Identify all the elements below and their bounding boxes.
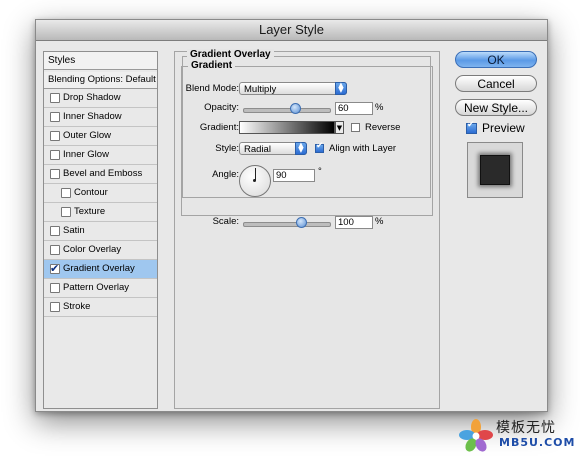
style-item-label: Pattern Overlay: [63, 282, 129, 293]
angle-center: [253, 179, 256, 182]
layer-style-dialog: Layer Style Styles Blending Options: Def…: [35, 19, 548, 412]
style-item[interactable]: Contour: [44, 184, 157, 203]
style-item-label: Gradient Overlay: [63, 263, 135, 274]
style-select[interactable]: Radial ▲ ▼: [239, 142, 307, 155]
opacity-slider-thumb[interactable]: [289, 103, 301, 114]
style-item-label: Color Overlay: [63, 244, 122, 255]
ok-button[interactable]: OK: [455, 51, 537, 68]
style-item-label: Texture: [74, 206, 106, 217]
scale-input[interactable]: 100: [335, 216, 373, 229]
style-item[interactable]: Color Overlay: [44, 241, 157, 260]
preview-checkbox[interactable]: [466, 120, 477, 134]
gradient-swatch[interactable]: [239, 121, 335, 134]
style-item-checkbox[interactable]: [50, 150, 60, 160]
align-with-layer-checkbox[interactable]: [315, 141, 324, 153]
style-item[interactable]: Pattern Overlay: [44, 279, 157, 298]
style-label: Style:: [215, 143, 239, 154]
gradient-label: Gradient:: [199, 122, 239, 133]
reverse-checkbox[interactable]: [351, 123, 360, 132]
preview-label: Preview: [482, 121, 525, 135]
blend-mode-select[interactable]: Multiply ▲ ▼: [239, 82, 347, 95]
popup-arrows-icon: ▲ ▼: [335, 82, 347, 95]
style-preview: [467, 142, 523, 198]
style-item-label: Contour: [74, 187, 108, 198]
flower-logo-icon: [459, 419, 493, 452]
style-item[interactable]: Satin: [44, 222, 157, 241]
style-item-label: Drop Shadow: [63, 92, 121, 103]
style-item-checkbox[interactable]: [50, 245, 60, 255]
opacity-input[interactable]: 60: [335, 102, 373, 115]
style-value: Radial: [244, 144, 271, 155]
align-with-layer-label: Align with Layer: [329, 143, 397, 154]
scale-slider[interactable]: [243, 222, 331, 227]
style-item[interactable]: Inner Shadow: [44, 108, 157, 127]
cancel-button[interactable]: Cancel: [455, 75, 537, 92]
gradient-dropdown-arrow-icon[interactable]: ▼: [335, 121, 344, 134]
opacity-label: Opacity:: [204, 102, 239, 113]
style-item[interactable]: Gradient Overlay: [44, 260, 157, 279]
blend-mode-label: Blend Mode:: [185, 83, 239, 94]
style-item-label: Stroke: [63, 301, 91, 312]
style-item[interactable]: Bevel and Emboss: [44, 165, 157, 184]
styles-list: Styles Blending Options: Default Drop Sh…: [43, 51, 158, 409]
style-item-checkbox[interactable]: [50, 93, 60, 103]
style-item-checkbox[interactable]: [50, 131, 60, 141]
style-item-label: Bevel and Emboss: [63, 168, 143, 179]
opacity-slider[interactable]: [243, 108, 331, 113]
style-item[interactable]: Stroke: [44, 298, 157, 317]
style-item[interactable]: Inner Glow: [44, 146, 157, 165]
scale-label: Scale:: [212, 216, 239, 227]
style-item[interactable]: Texture: [44, 203, 157, 222]
style-item-label: Inner Shadow: [63, 111, 122, 122]
section-title: Gradient Overlay: [187, 49, 274, 60]
style-item-checkbox[interactable]: [50, 302, 60, 312]
style-item-label: Outer Glow: [63, 130, 112, 141]
style-item-label: Satin: [63, 225, 85, 236]
angle-input[interactable]: 90: [273, 169, 315, 182]
style-item[interactable]: Drop Shadow: [44, 89, 157, 108]
watermark-text: 模板无忧: [496, 420, 556, 436]
gradient-overlay-panel: Gradient Overlay Gradient Blend Mode: Mu…: [174, 49, 440, 409]
group-title: Gradient: [188, 60, 236, 71]
blending-options-item[interactable]: Blending Options: Default: [44, 72, 157, 89]
scale-unit: %: [375, 216, 384, 227]
style-item-checkbox[interactable]: [50, 283, 60, 293]
watermark-url: MB5U.COM: [499, 436, 576, 449]
angle-unit: °: [318, 166, 322, 177]
style-item-checkbox[interactable]: [50, 260, 60, 278]
styles-header[interactable]: Styles: [44, 52, 157, 70]
style-item-checkbox[interactable]: [50, 226, 60, 236]
angle-dial[interactable]: [239, 165, 271, 197]
style-item-checkbox[interactable]: [50, 169, 60, 179]
style-item-checkbox[interactable]: [61, 207, 71, 217]
window-title: Layer Style: [36, 20, 547, 41]
style-item[interactable]: Outer Glow: [44, 127, 157, 146]
angle-label: Angle:: [212, 169, 239, 180]
preview-swatch: [480, 155, 510, 185]
new-style-button[interactable]: New Style...: [455, 99, 537, 116]
style-item-checkbox[interactable]: [61, 188, 71, 198]
blend-mode-value: Multiply: [244, 84, 277, 95]
popup-arrows-icon: ▲ ▼: [295, 142, 307, 155]
style-item-label: Inner Glow: [63, 149, 109, 160]
scale-slider-thumb[interactable]: [295, 217, 307, 228]
reverse-label: Reverse: [365, 122, 401, 133]
opacity-unit: %: [375, 102, 384, 113]
style-item-checkbox[interactable]: [50, 112, 60, 122]
